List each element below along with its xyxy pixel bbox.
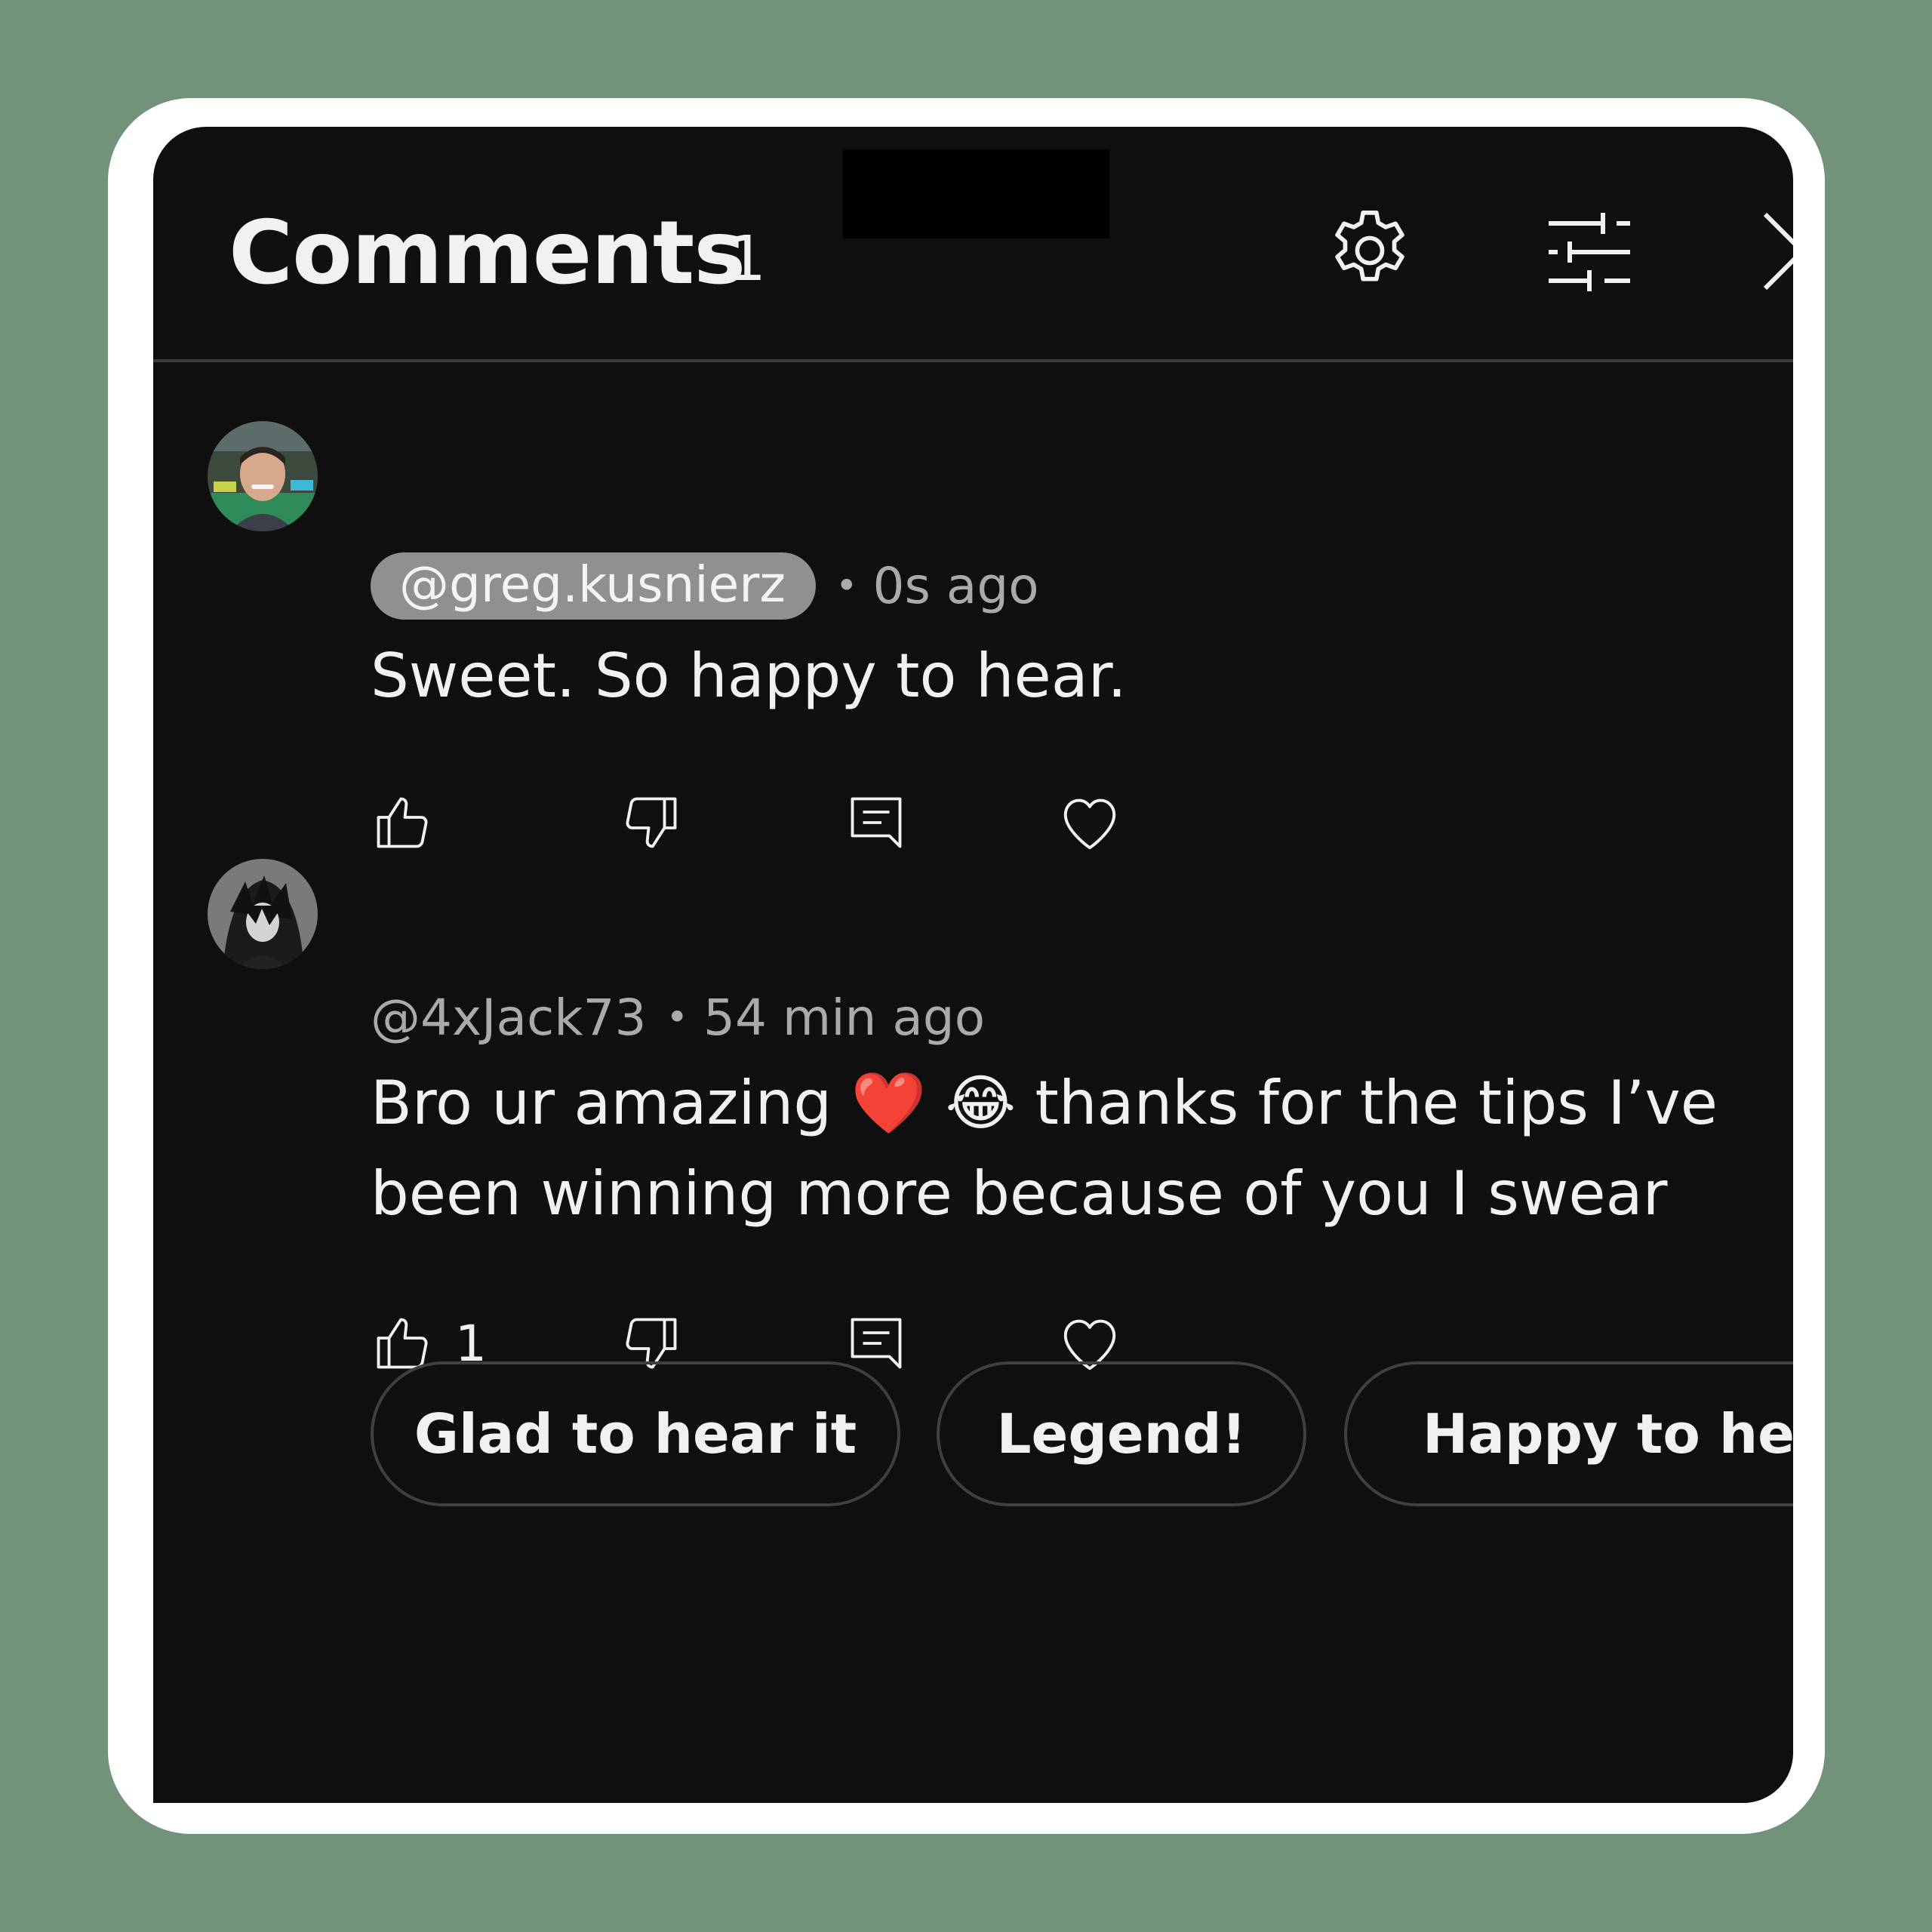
comment-count: 1: [727, 223, 767, 295]
comment-text-line: Bro ur amazing ❤️ 😂 thanks for the tips …: [371, 1068, 1718, 1138]
avatar[interactable]: [208, 421, 318, 531]
page-title: Comments: [229, 202, 746, 304]
comment-author[interactable]: @4xJack73: [371, 989, 646, 1047]
comments-panel: Comments 1 @greg.kusnierz • 0s ago Sweet…: [153, 127, 1793, 1803]
comment-timestamp: 54 min ago: [703, 988, 986, 1047]
gear-icon[interactable]: [1323, 204, 1417, 297]
comment-meta: @4xJack73 • 54 min ago: [371, 980, 985, 1055]
reply-suggestion-chip[interactable]: Glad to hear it: [371, 1361, 900, 1506]
comment-meta: @greg.kusnierz • 0s ago: [371, 548, 1039, 623]
comment-text: Sweet. So happy to hear.: [371, 641, 1127, 711]
sliders-icon[interactable]: [1546, 210, 1633, 294]
close-icon[interactable]: [1761, 210, 1793, 293]
comment-timestamp: 0s ago: [872, 556, 1039, 615]
comment-text-line: been winning more because of you I swear: [371, 1158, 1668, 1229]
comment-author[interactable]: @greg.kusnierz: [371, 552, 817, 620]
avatar[interactable]: [208, 859, 318, 969]
redaction-block: [843, 149, 1109, 238]
reply-suggestion-chip[interactable]: Happy to help: [1344, 1361, 1793, 1506]
thumbs-down-icon[interactable]: [620, 791, 683, 854]
heart-icon[interactable]: [1057, 791, 1122, 856]
thumbs-up-icon[interactable]: [371, 791, 434, 854]
reply-suggestion-chip[interactable]: Legend!: [937, 1361, 1306, 1506]
reply-icon[interactable]: [844, 1312, 908, 1375]
reply-icon[interactable]: [844, 791, 908, 854]
meta-separator: •: [835, 564, 858, 608]
meta-separator: •: [666, 995, 688, 1039]
comment-text: Bro ur amazing ❤️ 😂 thanks for the tips …: [371, 1058, 1718, 1239]
comment-actions: [371, 791, 1276, 866]
